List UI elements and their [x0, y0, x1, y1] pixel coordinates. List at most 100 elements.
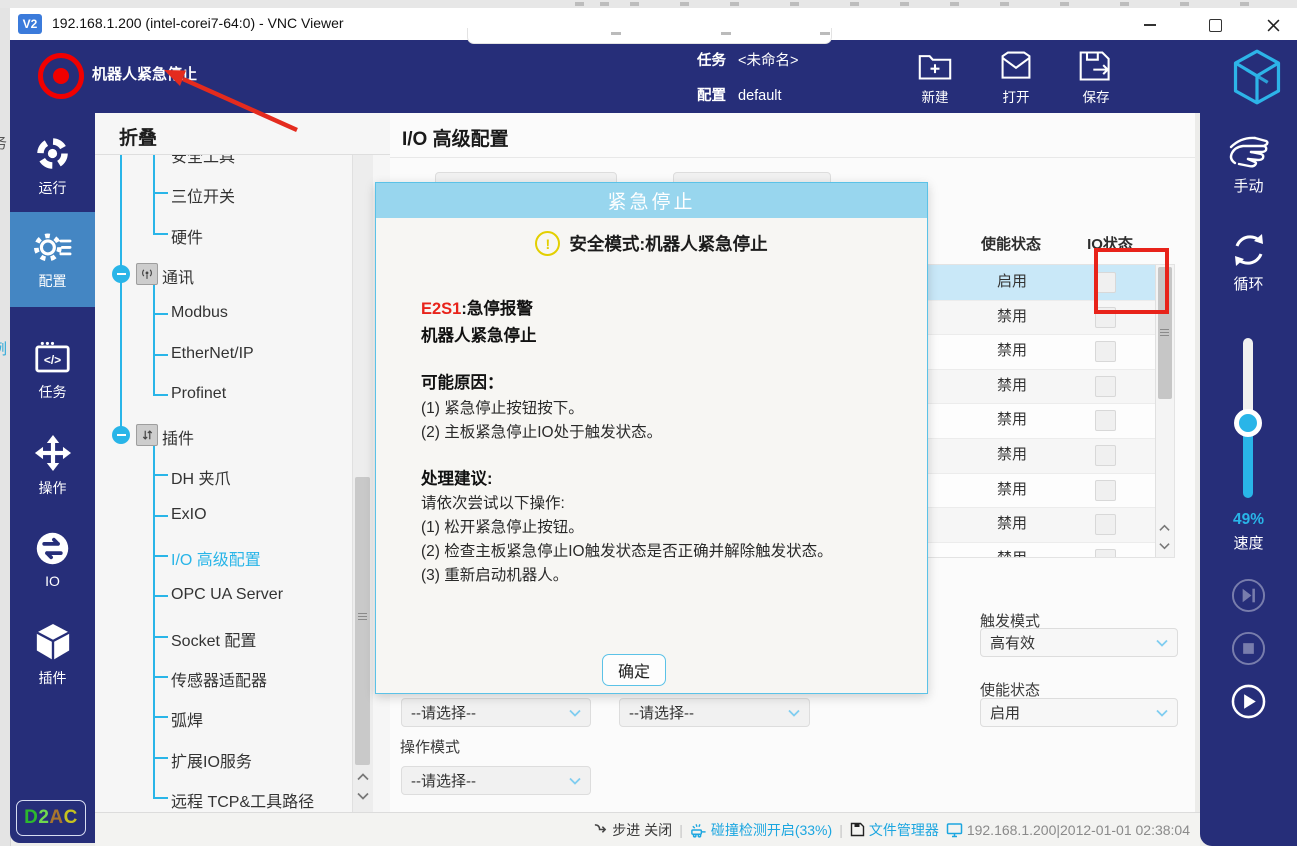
- tree-item[interactable]: 安全工具: [171, 155, 235, 167]
- io-state-checkbox[interactable]: [1095, 376, 1116, 397]
- enable-state-cell: 禁用: [947, 473, 1077, 508]
- io-state-checkbox[interactable]: [1095, 549, 1116, 558]
- new-button[interactable]: 新建: [904, 50, 966, 106]
- background-fragment: [850, 2, 859, 6]
- step-icon: [593, 822, 608, 837]
- nav-io[interactable]: IO: [10, 513, 95, 605]
- chevron-down-icon: [569, 777, 581, 785]
- tree-item[interactable]: I/O 高级配置: [171, 546, 261, 570]
- close-button[interactable]: [1253, 12, 1293, 38]
- table-scroll-down-button[interactable]: [1156, 537, 1173, 555]
- enable-state-cell: 禁用: [947, 507, 1077, 542]
- new-folder-icon: [918, 50, 952, 82]
- collision-detect-status[interactable]: 碰撞检测开启(33%): [690, 820, 832, 840]
- file-manager-icon: [850, 822, 865, 837]
- stop-button[interactable]: [1231, 631, 1266, 666]
- io-select-1[interactable]: --请选择--: [401, 698, 591, 727]
- cause-item: (1) 紧急停止按钮按下。: [421, 396, 584, 418]
- open-icon: [999, 50, 1033, 82]
- op-mode-select[interactable]: --请选择--: [401, 766, 591, 795]
- brand-logo-icon: [1232, 48, 1282, 106]
- maximize-button[interactable]: [1195, 12, 1235, 38]
- tree-item[interactable]: 传感器适配器: [171, 667, 267, 691]
- open-button[interactable]: 打开: [985, 50, 1047, 106]
- tree-item[interactable]: 弧焊: [171, 707, 203, 731]
- tree-item[interactable]: ExIO: [171, 506, 207, 524]
- emergency-stop-status-text: 机器人紧急停止: [92, 63, 197, 84]
- background-fragment: [950, 2, 959, 6]
- tree-item[interactable]: 三位开关: [171, 183, 235, 207]
- chevron-down-icon: [1156, 709, 1168, 717]
- background-fragment: [1000, 2, 1009, 6]
- monitor-icon: [946, 822, 963, 838]
- swap-icon: [136, 424, 158, 446]
- run-target-icon: [34, 135, 71, 172]
- enable-state-cell: 禁用: [947, 369, 1077, 404]
- nav-task-label: 任务: [39, 382, 67, 402]
- tree-connector: [153, 155, 155, 235]
- tree-item[interactable]: EtherNet/IP: [171, 345, 254, 363]
- tree-item[interactable]: 扩展IO服务: [171, 748, 252, 772]
- close-icon: [1267, 19, 1280, 32]
- tree-collapse-toggle[interactable]: [112, 265, 130, 283]
- play-button[interactable]: [1231, 684, 1266, 719]
- tree-item[interactable]: 通讯: [162, 264, 194, 288]
- tree-item[interactable]: 远程 TCP&工具路径: [171, 788, 314, 811]
- nav-task[interactable]: </> 任务: [10, 325, 95, 417]
- tree-item[interactable]: 插件: [162, 425, 194, 449]
- tree-connector: [154, 797, 168, 799]
- tree-connector: [120, 155, 122, 436]
- nav-plugin[interactable]: 插件: [10, 609, 95, 701]
- nav-run[interactable]: 运行: [10, 120, 95, 212]
- save-button[interactable]: 保存: [1065, 50, 1127, 106]
- step-mode-status[interactable]: 步进 关闭: [593, 820, 672, 840]
- tree-scrollbar[interactable]: [352, 155, 373, 812]
- tree-item[interactable]: OPC UA Server: [171, 586, 283, 604]
- enable-state-cell: 禁用: [947, 438, 1077, 473]
- tree-item[interactable]: DH 夹爪: [171, 465, 231, 489]
- trigger-mode-select[interactable]: 高有效: [980, 628, 1178, 657]
- tree-connector: [154, 595, 168, 597]
- save-button-label: 保存: [1083, 86, 1110, 106]
- table-scroll-up-button[interactable]: [1156, 519, 1173, 537]
- scroll-up-button[interactable]: [354, 768, 371, 786]
- io-state-checkbox[interactable]: [1095, 480, 1116, 501]
- cycle-mode-button[interactable]: [1228, 229, 1270, 271]
- nav-io-label: IO: [45, 573, 60, 589]
- file-manager-button[interactable]: 文件管理器: [850, 820, 939, 840]
- separator: |: [679, 822, 683, 838]
- tree-connector: [154, 515, 168, 517]
- background-desktop-strip: [0, 0, 1297, 8]
- right-control-sidebar: 手动 循环 49% 速度: [1200, 113, 1297, 846]
- manual-mode-button[interactable]: [1226, 135, 1272, 169]
- collision-icon: [690, 822, 707, 838]
- io-state-checkbox[interactable]: [1095, 514, 1116, 535]
- tree-item[interactable]: Profinet: [171, 385, 226, 403]
- io-state-checkbox[interactable]: [1095, 341, 1116, 362]
- scroll-down-button[interactable]: [354, 787, 371, 805]
- io-select-2[interactable]: --请选择--: [619, 698, 810, 727]
- speed-slider-thumb[interactable]: [1234, 409, 1262, 437]
- tree-connector: [154, 313, 168, 315]
- causes-title: 可能原因：: [421, 369, 504, 393]
- vnc-viewer-window: 务 例 V2 192.168.1.200 (intel-corei7-64:0)…: [0, 0, 1297, 846]
- io-state-checkbox[interactable]: [1095, 445, 1116, 466]
- tree-item[interactable]: Modbus: [171, 304, 228, 322]
- divider: [390, 157, 1195, 158]
- step-next-button[interactable]: [1231, 578, 1266, 613]
- ok-button[interactable]: 确定: [602, 654, 666, 686]
- tree-collapse-toggle[interactable]: [112, 426, 130, 444]
- background-fragment: [730, 2, 739, 6]
- tree-item[interactable]: 硬件: [171, 224, 203, 248]
- tree-item[interactable]: Socket 配置: [171, 627, 256, 651]
- tree-collapse-header[interactable]: 折叠: [119, 123, 157, 150]
- tree-scrollbar-thumb[interactable]: [355, 477, 370, 765]
- d2ac-button[interactable]: D2AC: [16, 800, 86, 836]
- vnc-toolbar-pill[interactable]: [467, 28, 832, 44]
- minimize-button[interactable]: [1130, 12, 1170, 38]
- op-mode-label: 操作模式: [400, 736, 460, 757]
- nav-operate[interactable]: 操作: [10, 420, 95, 512]
- nav-config[interactable]: 配置: [10, 212, 95, 307]
- enable-state-select[interactable]: 启用: [980, 698, 1178, 727]
- io-state-checkbox[interactable]: [1095, 410, 1116, 431]
